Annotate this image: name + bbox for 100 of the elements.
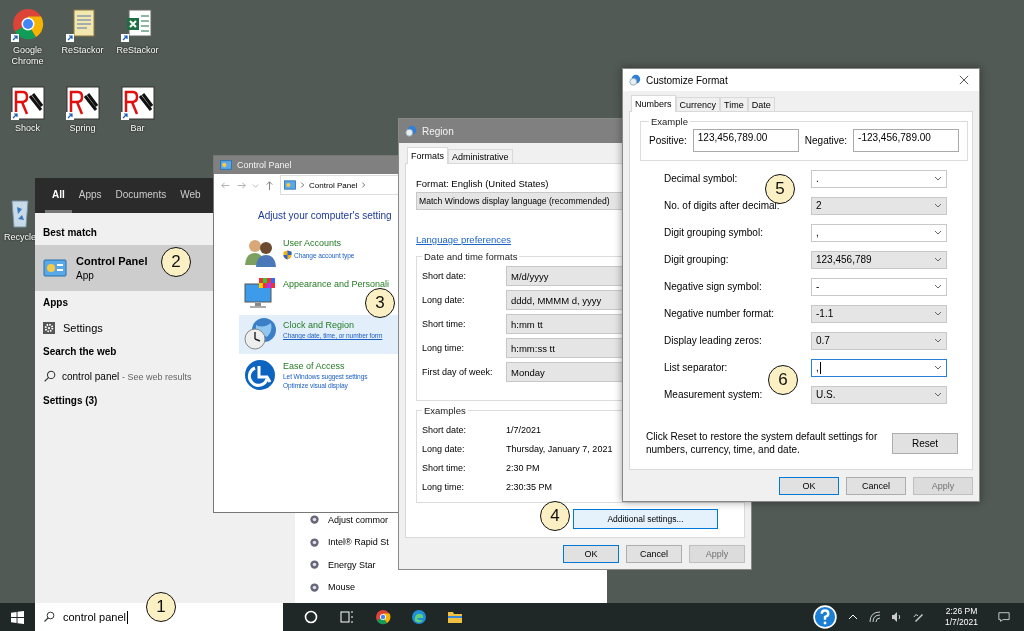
dialog-button[interactable]: Cancel	[626, 545, 682, 563]
field-label: Positive:	[649, 135, 687, 146]
result-type: App	[76, 270, 95, 281]
setting-label: Display leading zeros:	[664, 335, 763, 346]
chevron-down-icon	[934, 365, 942, 370]
desktop-icon-label: ReStackor	[115, 45, 160, 56]
control-panel-icon	[284, 180, 296, 190]
example-label: Long time:	[422, 481, 466, 492]
format-label: Format: English (United States)	[416, 178, 549, 189]
monitor-icon	[243, 276, 277, 310]
example-label: Short time:	[422, 462, 467, 473]
category-title[interactable]: User Accounts	[283, 238, 342, 248]
cortana-icon[interactable]	[303, 609, 319, 625]
field-label: Negative:	[804, 135, 848, 146]
dropdown[interactable]: 123,456,789	[811, 250, 947, 269]
address-bar[interactable]: Control Panel	[280, 175, 400, 195]
format-dropdown[interactable]: Monday	[506, 362, 622, 382]
tab[interactable]: Time	[720, 97, 748, 111]
chevron-down-icon	[934, 176, 942, 181]
setting-label: Decimal symbol:	[664, 173, 739, 184]
dialog-button[interactable]: Cancel	[846, 477, 906, 495]
format-dropdown[interactable]: dddd, MMMM d, yyyy	[506, 290, 622, 310]
search-tab[interactable]: Web	[173, 178, 208, 213]
chevron-down-icon	[934, 203, 942, 208]
format-dropdown[interactable]: h:mm tt	[506, 314, 622, 334]
help-icon[interactable]	[812, 605, 837, 629]
section-heading: Apps	[42, 296, 69, 310]
tab[interactable]: Currency	[675, 97, 721, 111]
up-icon[interactable]	[264, 179, 275, 191]
edge-browser-icon[interactable]	[411, 609, 427, 625]
chevron-down-icon	[934, 257, 942, 262]
chevron-down-icon	[934, 311, 942, 316]
search-tab[interactable]: Documents	[108, 178, 174, 213]
desktop-icon-label: ReStackor	[60, 45, 105, 56]
tab[interactable]: Date	[747, 97, 775, 111]
clock-date[interactable]: 1/7/2021	[944, 617, 978, 628]
sketch-icon[interactable]	[120, 86, 155, 120]
chevron-down-icon	[934, 230, 942, 235]
example-field: 123,456,789.00	[692, 129, 799, 152]
example-field: -123,456,789.00	[853, 129, 960, 152]
preview-item[interactable]: Energy Star	[309, 558, 376, 571]
accessibility-icon	[243, 358, 277, 392]
web-result[interactable]: control panel - See web results	[35, 364, 213, 389]
task-view-icon[interactable]	[339, 609, 355, 625]
search-icon	[43, 370, 56, 383]
language-preferences-link[interactable]: Language preferences	[416, 234, 512, 245]
browser-icon[interactable]	[10, 8, 45, 42]
additional-settings-button[interactable]: Additional settings...	[573, 509, 718, 529]
clock-time[interactable]: 2:26 PM	[945, 606, 978, 617]
dropdown[interactable]: 2	[811, 196, 947, 215]
combo-field[interactable]: .	[811, 169, 947, 188]
combo-field[interactable]: ,	[811, 223, 947, 242]
tab[interactable]: Numbers	[631, 95, 676, 112]
format-dropdown[interactable]: h:mm:ss tt	[506, 338, 622, 358]
example-label: Short date:	[422, 424, 468, 435]
setting-icon	[309, 536, 320, 548]
breadcrumb[interactable]: Control Panel	[309, 180, 358, 190]
notification-icon[interactable]	[998, 611, 1010, 623]
search-tab[interactable]: Apps	[71, 178, 109, 213]
tab[interactable]: Administrative	[448, 149, 513, 163]
group-title: Example	[650, 116, 689, 127]
preview-item[interactable]: Adjust commor	[309, 513, 389, 526]
spreadsheet-icon[interactable]	[120, 8, 155, 42]
format-dropdown[interactable]: Match Windows display language (recommended)	[416, 192, 622, 210]
dropdown[interactable]: U.S.	[811, 385, 947, 404]
volume-icon[interactable]	[890, 611, 903, 623]
windows-start-icon[interactable]	[11, 610, 24, 624]
tab[interactable]: Formats	[407, 147, 448, 164]
desktop-icon-label: Recycle	[3, 232, 37, 243]
pen-icon[interactable]	[912, 611, 925, 623]
chevron-down-icon	[934, 392, 942, 397]
section-heading: Search the web	[42, 345, 118, 359]
category-title[interactable]: Ease of Access	[283, 361, 345, 371]
example-value: 2:30:35 PM	[506, 481, 553, 492]
setting-icon	[309, 581, 320, 593]
format-dropdown[interactable]: M/d/yyyy	[506, 266, 622, 286]
reset-note: Click Reset to restore the system default settings for numbers, currency, time, and date.	[646, 430, 879, 456]
wifi-icon[interactable]	[868, 611, 881, 623]
browser-icon[interactable]	[375, 609, 391, 625]
close-icon[interactable]	[959, 75, 969, 85]
preview-item[interactable]: Mouse	[309, 581, 355, 593]
folder-icon[interactable]	[447, 609, 463, 625]
control-panel-icon	[43, 258, 67, 278]
preview-item[interactable]: Intel® Rapid St	[309, 536, 389, 548]
app-result[interactable]: Settings	[35, 315, 213, 340]
section-heading: Settings (3)	[42, 394, 99, 408]
reset-button[interactable]: Reset	[892, 432, 958, 454]
dropdown[interactable]: -1.1	[811, 304, 947, 323]
dropdown[interactable]: 0.7	[811, 331, 947, 350]
dialog-button[interactable]: OK	[779, 477, 839, 495]
setting-label: Digit grouping symbol:	[664, 227, 764, 238]
combo-field[interactable]: -	[811, 277, 947, 296]
category-title[interactable]: Appearance and Personali	[283, 279, 390, 289]
control-panel-icon	[220, 159, 232, 171]
dialog-button[interactable]: OK	[563, 545, 619, 563]
sketch-icon[interactable]	[65, 86, 100, 120]
combo-field[interactable]: ,	[811, 358, 947, 377]
settings-icon	[43, 321, 55, 334]
sketch-icon[interactable]	[10, 86, 45, 120]
category-title[interactable]: Clock and Region	[283, 320, 355, 330]
